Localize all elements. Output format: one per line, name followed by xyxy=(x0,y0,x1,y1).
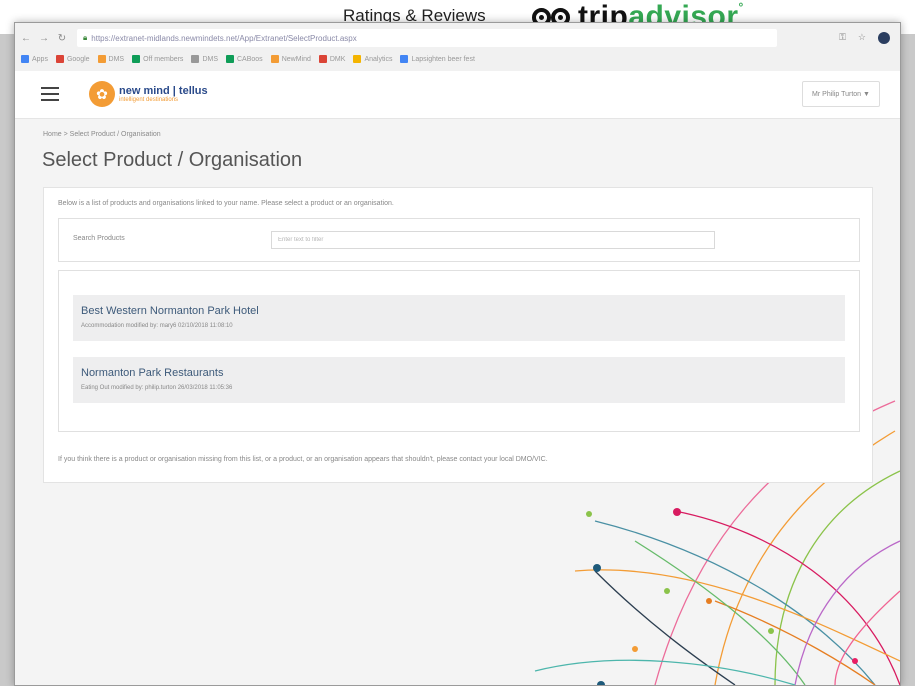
star-icon[interactable]: ☆ xyxy=(858,32,866,44)
bookmark-item[interactable]: Off members xyxy=(132,55,183,63)
bookmark-icon xyxy=(353,55,362,63)
bookmark-label: Analytics xyxy=(364,55,393,63)
product-panel: Below is a list of products and organisa… xyxy=(43,187,873,483)
web-page: ✿ new mind | tellus intelligent destinat… xyxy=(15,71,900,685)
menu-icon[interactable] xyxy=(41,87,59,101)
search-label: Search Products xyxy=(73,235,125,242)
logo-sub-text: intelligent destinations xyxy=(119,97,179,103)
list-item[interactable]: Normanton Park Restaurants Eating Out mo… xyxy=(73,357,845,403)
bookmark-item[interactable]: Lapsighten beer fest xyxy=(400,55,475,63)
product-name[interactable]: Best Western Normanton Park Hotel xyxy=(81,305,837,317)
results-list: Best Western Normanton Park Hotel Accomm… xyxy=(58,270,860,432)
breadcrumb[interactable]: Home > Select Product / Organisation xyxy=(43,131,161,138)
address-bar-row: ← → ↻ 🔒︎ https://extranet-midlands.newmi… xyxy=(15,27,900,49)
list-item[interactable]: Best Western Normanton Park Hotel Accomm… xyxy=(73,295,845,341)
url-text: https://extranet-midlands.newmindets.net… xyxy=(91,33,357,43)
bookmark-item[interactable]: DMS xyxy=(97,55,125,63)
bookmarks-bar: Apps Google DMS Off members DMS CABoos NewMind… xyxy=(15,51,900,67)
logo-main-text: new mind | tellus xyxy=(119,85,208,97)
forward-icon[interactable]: → xyxy=(37,33,51,44)
product-name[interactable]: Normanton Park Restaurants xyxy=(81,367,837,379)
bookmark-icon xyxy=(21,55,29,63)
reload-icon[interactable]: ↻ xyxy=(55,33,69,44)
search-section: Search Products xyxy=(58,218,860,262)
bookmark-item[interactable]: Apps xyxy=(21,55,48,63)
flower-icon: ✿ xyxy=(89,81,115,107)
bookmark-icon xyxy=(400,55,409,63)
bookmark-item[interactable]: Analytics xyxy=(353,55,392,63)
bookmark-label: DMS xyxy=(108,55,125,63)
bookmark-item[interactable]: CABoos xyxy=(226,55,263,63)
url-input[interactable]: 🔒︎ https://extranet-midlands.newmindets.… xyxy=(77,29,777,47)
page-title: Select Product / Organisation xyxy=(42,149,303,171)
bookmark-label: Apps xyxy=(32,55,48,63)
bookmark-item[interactable]: DMS xyxy=(191,55,218,63)
profile-icon[interactable] xyxy=(878,32,890,44)
search-input[interactable] xyxy=(271,231,715,249)
newmind-logo[interactable]: ✿ new mind | tellus intelligent destinat… xyxy=(89,81,208,107)
bookmark-icon xyxy=(318,55,327,63)
browser-window: ← → ↻ 🔒︎ https://extranet-midlands.newmi… xyxy=(14,22,901,686)
footer-note: If you think there is a product or organ… xyxy=(58,456,548,463)
product-meta: Eating Out modified by: philip.turton 26… xyxy=(81,385,233,391)
bookmark-item[interactable]: DMK xyxy=(318,55,346,63)
bookmark-item[interactable]: Google xyxy=(55,55,90,63)
bookmark-label: NewMind xyxy=(281,55,311,63)
lock-icon: 🔒︎ xyxy=(83,33,88,42)
bookmark-label: DMS xyxy=(202,55,218,63)
product-meta: Accommodation modified by: mary6 02/10/2… xyxy=(81,323,233,329)
bookmark-label: Lapsighten beer fest xyxy=(411,55,475,63)
bookmark-icon xyxy=(97,55,106,63)
logo-mark: ° xyxy=(738,0,744,14)
user-menu-button[interactable]: Mr Philip Turton ▼ xyxy=(802,81,880,107)
key-icon[interactable]: ⚿ xyxy=(839,32,846,44)
bookmark-icon xyxy=(191,55,200,63)
bookmark-label: CABoos xyxy=(237,55,263,63)
bookmark-item[interactable]: NewMind xyxy=(270,55,311,63)
app-header: ✿ new mind | tellus intelligent destinat… xyxy=(15,71,900,119)
bookmark-label: Google xyxy=(66,55,90,63)
intro-text: Below is a list of products and organisa… xyxy=(58,200,394,207)
bookmark-label: DMK xyxy=(329,55,346,63)
bookmark-icon xyxy=(132,55,141,63)
bookmark-icon xyxy=(55,55,64,63)
bookmark-label: Off members xyxy=(143,55,184,63)
bookmark-icon xyxy=(270,55,279,63)
back-icon[interactable]: ← xyxy=(19,33,33,44)
bookmark-icon xyxy=(226,55,234,63)
